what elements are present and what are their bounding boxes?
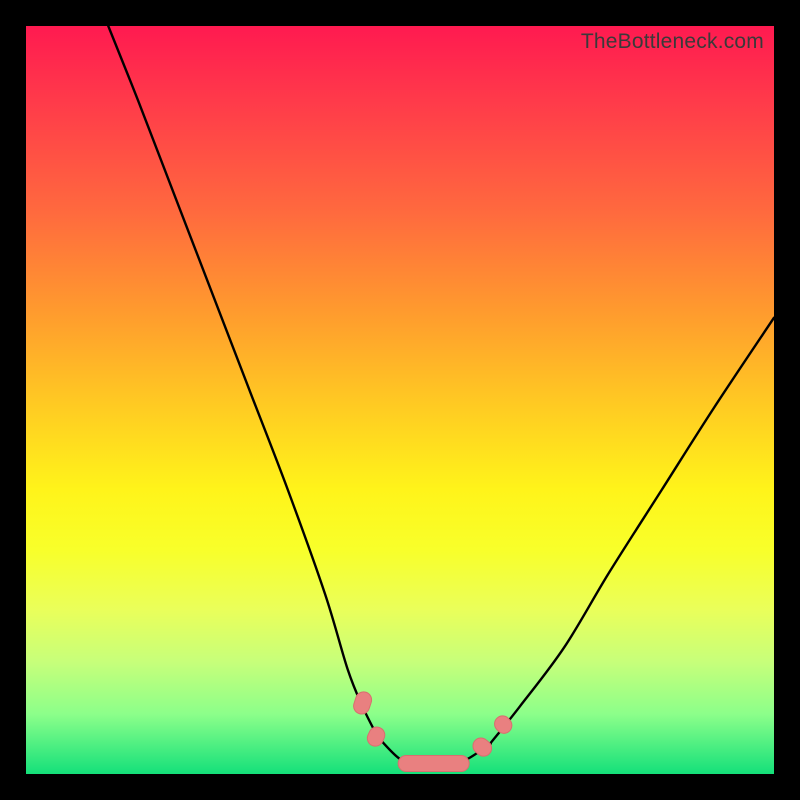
highlight-marker [398,756,469,772]
chart-frame: TheBottleneck.com [0,0,800,800]
bottleneck-curve [26,26,774,774]
curve-path [108,26,774,767]
watermark-text: TheBottleneck.com [581,30,764,54]
plot-area: TheBottleneck.com [26,26,774,774]
highlight-marker [352,690,374,716]
